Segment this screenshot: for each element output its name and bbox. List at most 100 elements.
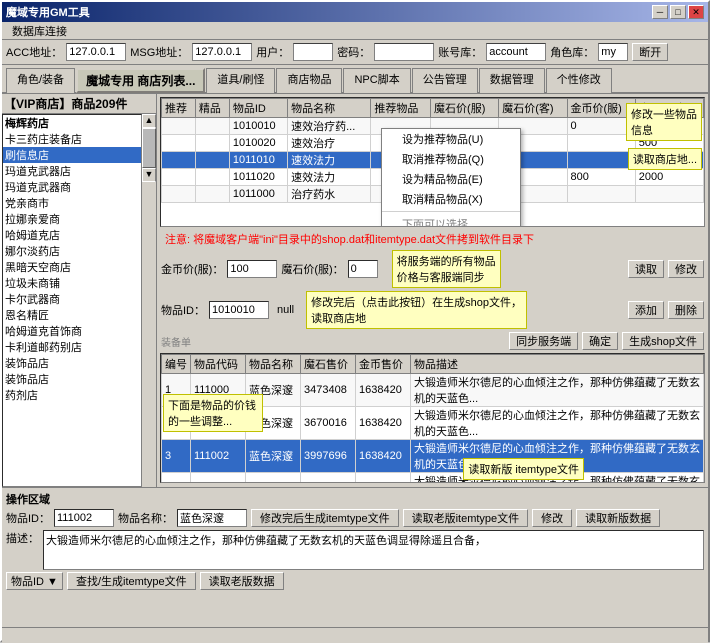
menu-set-premium[interactable]: 设为精品物品(E) (382, 169, 520, 189)
sync-server-button[interactable]: 同步服务端 (509, 332, 578, 350)
read-old-itemtype-button[interactable]: 读取老版itemtype文件 (403, 509, 529, 527)
col-header: 金币售价 (356, 355, 411, 374)
acc-label: ACC地址： (6, 44, 62, 60)
read-old-data-button[interactable]: 读取老版数据 (200, 572, 284, 590)
list-item[interactable]: 卡三药庄装备店 (3, 131, 141, 147)
tab-shop-items[interactable]: 商店物品 (276, 68, 342, 93)
table-row[interactable]: 3111002蓝色深邃39976961638420大锻造师米尔德尼的心血倾注之作… (162, 440, 704, 473)
tab-role-equip[interactable]: 角色/装备 (6, 68, 75, 93)
menu-item-db[interactable]: 数据库连接 (6, 22, 73, 40)
desc-label: 描述： (6, 530, 39, 546)
list-item[interactable]: 党亲商市 (3, 195, 141, 211)
ops-item-name-input[interactable] (177, 509, 247, 527)
modify-button[interactable]: 修改 (668, 260, 704, 278)
left-panel-header: 【VIP商店】商品209件 (2, 94, 156, 114)
list-item[interactable]: 刷信息店 (3, 147, 141, 163)
col-header: 推荐 (162, 99, 196, 118)
list-item[interactable]: 垃圾未商铺 (3, 275, 141, 291)
list-item[interactable]: 梅辉药店 (3, 115, 141, 131)
col-header: 精品 (195, 99, 229, 118)
shop-table-container: 推荐 精品 物品ID 物品名称 推荐物品 魔石价(服) 魔石价(客) 金币价(服… (160, 97, 705, 227)
add-button[interactable]: 添加 (628, 301, 664, 319)
ops-item-id-input[interactable] (54, 509, 114, 527)
context-menu: 设为推荐物品(U) 取消推荐物品(Q) 设为精品物品(E) 取消精品物品(X) … (381, 128, 521, 227)
list-item[interactable]: 拉娜亲爱商 (3, 211, 141, 227)
tab-item-monster[interactable]: 道具/刷怪 (206, 68, 275, 93)
maximize-button[interactable]: □ (670, 5, 686, 19)
form-area: 金币价(服)： 魔石价(服)： 将服务端的所有物品价格与客服端同步 读取 修改 … (157, 248, 708, 352)
generate-shop-button[interactable]: 生成shop文件 (622, 332, 704, 350)
notice-text: 注意: 将魔域客户端"ini"目录中的shop.dat和itemtype.dat… (161, 233, 538, 247)
menu-same-type[interactable]: 下面可以选择同类物品 (382, 214, 520, 227)
ops-item-id-label: 物品ID： (6, 510, 50, 526)
ops-desc-row: 描述： 大锻造师米尔德尼的心血倾注之作，那种仿佛蕴藏了无数玄机的天蓝色调显得除遥… (6, 530, 704, 570)
read-button[interactable]: 读取 (628, 260, 664, 278)
list-item[interactable]: 黑暗天空商店 (3, 259, 141, 275)
list-item[interactable]: 装饰品店 (3, 371, 141, 387)
db-input[interactable] (486, 43, 546, 61)
item-id-input[interactable] (209, 301, 269, 319)
gold-input[interactable] (227, 260, 277, 278)
col-header: 物品名称 (288, 99, 371, 118)
acc-input[interactable] (66, 43, 126, 61)
connect-button[interactable]: 断开 (632, 43, 668, 61)
col-header: 物品代码 (191, 355, 246, 374)
minimize-button[interactable]: ─ (652, 5, 668, 19)
form-row-2: 物品ID： null 修改完后（点击此按钮）在生成shop文件，读取商店地 添加… (161, 291, 704, 329)
find-gen-itemtype-button[interactable]: 查找/生成itemtype文件 (67, 572, 196, 590)
col-header: 编号 (162, 355, 191, 374)
ops-modify-button[interactable]: 修改 (532, 509, 572, 527)
list-item[interactable]: 哈姆道克首饰商 (3, 323, 141, 339)
tab-npc[interactable]: NPC脚本 (343, 68, 410, 93)
msg-input[interactable] (192, 43, 252, 61)
delete-button[interactable]: 删除 (668, 301, 704, 319)
table-row[interactable]: 4111003蓝色深邃45219841638420大锻造师米尔德尼的心血倾注之作… (162, 473, 704, 484)
msg-label: MSG地址： (130, 44, 188, 60)
tab-data[interactable]: 数据管理 (479, 68, 545, 93)
db-label: 账号库： (438, 44, 482, 60)
list-item[interactable]: 哈姆道克店 (3, 227, 141, 243)
list-item[interactable]: 玛道克武器商 (3, 179, 141, 195)
null-text: null (277, 304, 294, 316)
col-header: 物品ID (229, 99, 287, 118)
confirm-button[interactable]: 确定 (582, 332, 618, 350)
list-item[interactable]: 恩名精匠 (3, 307, 141, 323)
modify-gen-itemtype-button[interactable]: 修改完后生成itemtype文件 (251, 509, 399, 527)
list-item[interactable]: 卡尔武器商 (3, 291, 141, 307)
close-button[interactable]: ✕ (688, 5, 704, 19)
menu-set-recommend[interactable]: 设为推荐物品(U) (382, 129, 520, 149)
stone-input[interactable] (348, 260, 378, 278)
main-window: 魔域专用GM工具 ─ □ ✕ 数据库连接 ACC地址： MSG地址： 用户： 密… (0, 0, 710, 642)
bottom-table-container: 下面是物品的价钱的一些调整... 读取新版 itemtype文件 编号 物品代码… (160, 353, 705, 483)
desc-textarea[interactable]: 大锻造师米尔德尼的心血倾注之作，那种仿佛蕴藏了无数玄机的天蓝色调显得除遥且合备， (43, 530, 704, 570)
list-item[interactable]: 玛道克武器店 (3, 163, 141, 179)
list-item[interactable]: 娜尔淡药店 (3, 243, 141, 259)
role-label: 角色库： (550, 44, 594, 60)
shop-list[interactable]: 梅辉药店 卡三药庄装备店 刷信息店 玛道克武器店 玛道克武器商 党亲商市 拉娜亲… (2, 114, 142, 487)
col-header: 魔石售价 (301, 355, 356, 374)
tab-bar: 角色/装备 魔城专用 商店列表... 道具/刷怪 商店物品 NPC脚本 公告管理… (2, 65, 708, 92)
item-id-combo[interactable]: 物品ID ▼ (6, 572, 63, 590)
list-item[interactable]: 药剂店 (3, 387, 141, 403)
tab-announce[interactable]: 公告管理 (412, 68, 478, 93)
menu-cancel-premium[interactable]: 取消精品物品(X) (382, 189, 520, 209)
role-input[interactable] (598, 43, 628, 61)
col-header: 推荐物品 (371, 99, 431, 118)
tab-magic-city[interactable]: 魔城专用 商店列表... (76, 68, 205, 93)
form-row-1: 金币价(服)： 魔石价(服)： 将服务端的所有物品价格与客服端同步 读取 修改 (161, 250, 704, 288)
title-bar: 魔域专用GM工具 ─ □ ✕ (2, 2, 708, 22)
annotation-price-adj: 下面是物品的价钱的一些调整... (163, 394, 263, 432)
tab-personal[interactable]: 个性修改 (546, 68, 612, 93)
annotation-read-shop: 读取商店地... (628, 148, 702, 170)
menu-cancel-recommend[interactable]: 取消推荐物品(Q) (382, 149, 520, 169)
list-scrollbar[interactable]: ▲ ▼ (142, 114, 156, 487)
list-item[interactable]: 装饰品店 (3, 355, 141, 371)
user-input[interactable] (293, 43, 333, 61)
pass-input[interactable] (374, 43, 434, 61)
col-header: 物品名称 (246, 355, 301, 374)
window-title: 魔域专用GM工具 (6, 4, 90, 20)
read-new-data-button[interactable]: 读取新版数据 (576, 509, 660, 527)
list-item[interactable]: 卡利道邮药别店 (3, 339, 141, 355)
ops-area: 操作区域 物品ID： 物品名称： 修改完后生成itemtype文件 读取老版it… (2, 487, 708, 627)
sync-row: 装备单 同步服务端 确定 生成shop文件 (161, 332, 704, 350)
